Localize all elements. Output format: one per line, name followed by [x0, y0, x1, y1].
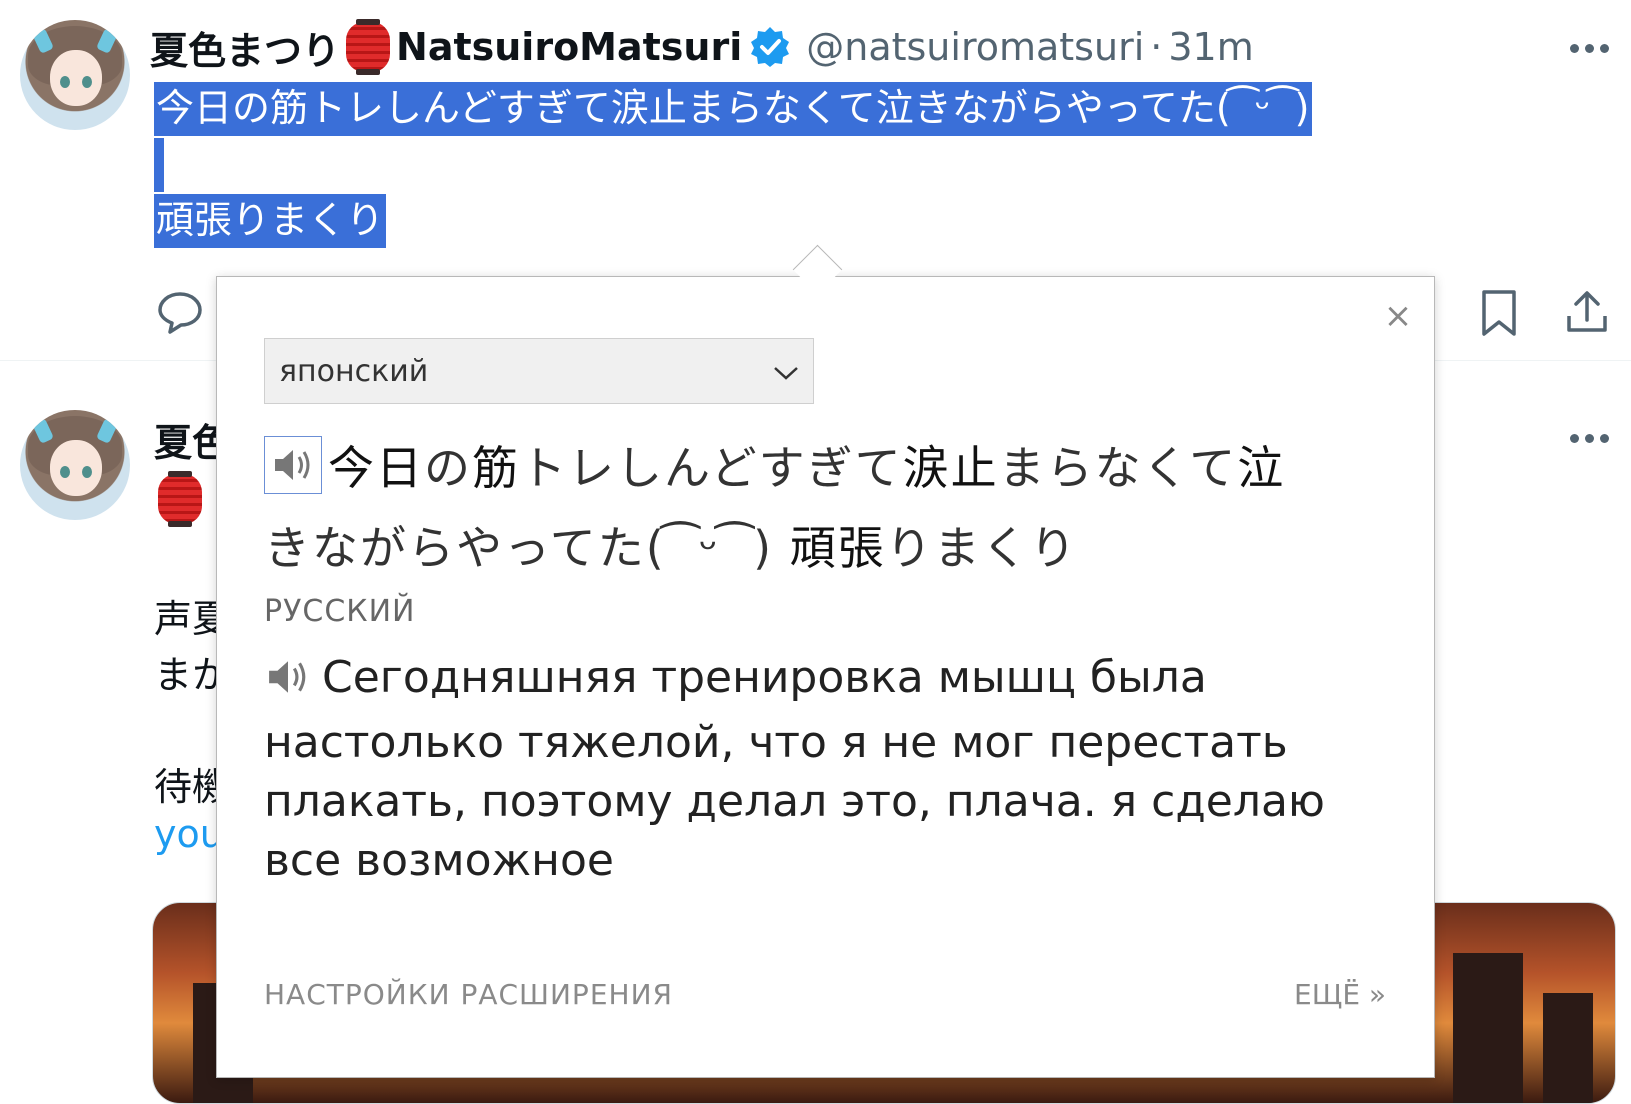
- tweet-text-line-3: 頑張りまくり: [154, 194, 387, 248]
- speaker-icon[interactable]: [264, 436, 322, 494]
- timestamp[interactable]: 31m: [1168, 25, 1253, 69]
- source-text-line-2: きながらやってた( ͡ ᵕ ͡ ) 頑張りまくり: [264, 512, 1078, 578]
- handle[interactable]: @natsuiromatsuri: [806, 25, 1144, 69]
- display-name-suffix[interactable]: NatsuiroMatsuri: [396, 25, 742, 69]
- close-icon[interactable]: ×: [1378, 296, 1418, 336]
- lantern-emoji: [346, 19, 391, 75]
- speaker-icon[interactable]: [264, 654, 312, 713]
- more-icon[interactable]: [1564, 38, 1614, 58]
- verified-badge-icon: [748, 25, 792, 69]
- tweet-link[interactable]: you: [154, 812, 224, 856]
- translation-text: Сегодняшняя тренировка мышц была настоль…: [264, 648, 1364, 890]
- extension-settings-link[interactable]: НАСТРОЙКИ РАСШИРЕНИЯ: [264, 978, 673, 1011]
- source-word[interactable]: 頑張: [790, 521, 886, 575]
- source-language-select[interactable]: японский: [264, 338, 814, 404]
- selection-blank-line: [154, 138, 164, 192]
- separator: ·: [1150, 25, 1163, 69]
- source-word[interactable]: 泣: [1237, 441, 1285, 495]
- avatar[interactable]: [20, 410, 130, 520]
- source-word[interactable]: トレしんどすぎて: [520, 441, 903, 495]
- source-word[interactable]: まらなくて: [999, 441, 1238, 495]
- tweet-text-line-1: 今日の筋トレしんどすぎて涙止まらなくて泣きながらやってた( ͡ ᵕ ͡ ): [154, 82, 1312, 136]
- source-text-line-1: 今日の筋トレしんどすぎて涙止まらなくて泣: [264, 432, 1285, 498]
- avatar[interactable]: [20, 20, 130, 130]
- more-icon[interactable]: [1564, 428, 1614, 448]
- source-word[interactable]: 筋: [472, 441, 520, 495]
- chevron-down-icon: [773, 354, 799, 389]
- source-word[interactable]: きながらやってた( ͡ ᵕ ͡ ): [264, 521, 790, 575]
- tweet-header: 夏色まつり NatsuiroMatsuri @natsuiromatsuri ·…: [150, 19, 1254, 75]
- target-language-label: РУССКИЙ: [264, 594, 416, 629]
- source-word[interactable]: 涙止: [903, 441, 999, 495]
- more-link[interactable]: ЕЩЁ »: [1294, 978, 1386, 1011]
- source-word[interactable]: の: [424, 441, 472, 495]
- translation-value: Сегодняшняя тренировка мышц была настоль…: [264, 652, 1325, 886]
- share-icon[interactable]: [1564, 288, 1610, 336]
- reply-icon[interactable]: [156, 290, 204, 334]
- display-name[interactable]: 夏色まつり: [150, 20, 340, 75]
- lantern-emoji: [158, 471, 202, 527]
- source-word[interactable]: りまくり: [886, 521, 1078, 575]
- bookmark-icon[interactable]: [1478, 288, 1520, 338]
- source-language-value: японский: [279, 353, 429, 389]
- source-word[interactable]: 今日: [328, 441, 424, 495]
